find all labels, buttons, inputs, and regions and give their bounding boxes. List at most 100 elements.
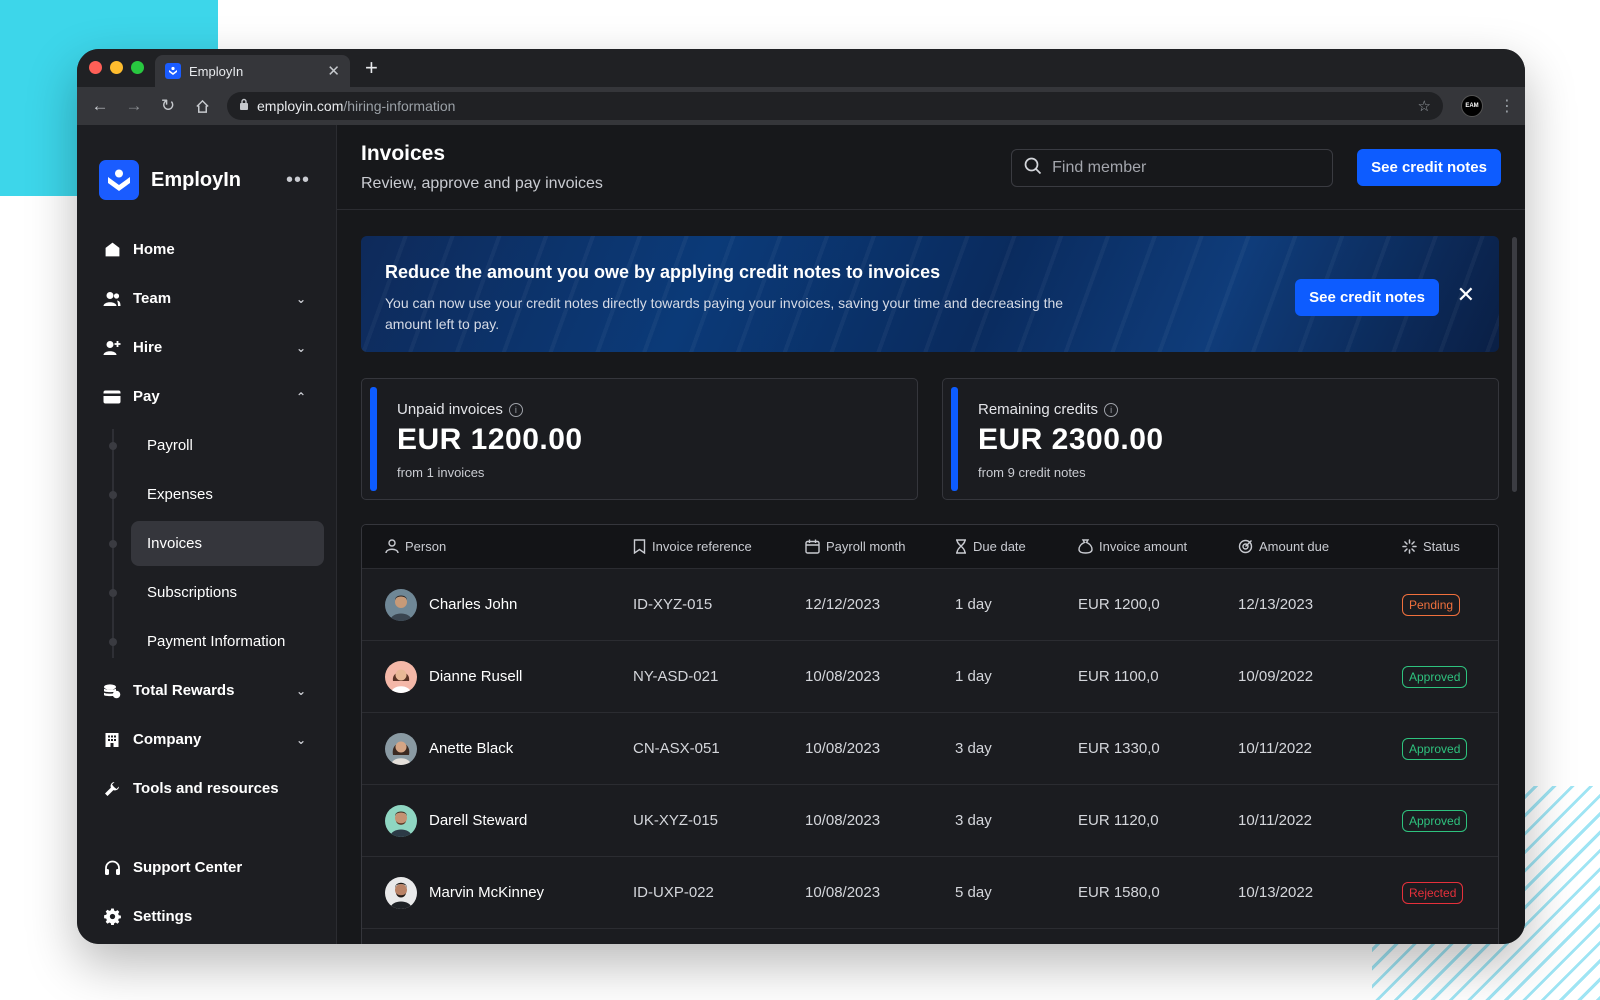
sidebar-item-tools[interactable]: Tools and resources — [77, 764, 336, 813]
table-row[interactable]: Anette Black CN-ASX-051 10/08/2023 3 day… — [362, 713, 1498, 785]
forward-icon[interactable]: → — [121, 93, 147, 119]
column-header-invoice-reference[interactable]: Invoice reference — [633, 539, 805, 554]
wrench-icon — [103, 780, 121, 798]
table-row[interactable]: Marvin McKinney ID-UXP-022 10/08/2023 5 … — [362, 857, 1498, 929]
back-icon[interactable]: ← — [87, 93, 113, 119]
column-label: Person — [405, 539, 447, 554]
sidebar-item-total-rewards[interactable]: Total Rewards ⌄ — [77, 666, 336, 715]
sidebar-subitem-invoices[interactable]: Invoices — [77, 519, 336, 568]
sidebar-item-label: Settings — [133, 908, 193, 925]
close-icon[interactable]: ✕ — [1457, 282, 1475, 308]
chevron-down-icon[interactable]: ⌄ — [296, 292, 306, 306]
subnav-dot — [109, 588, 117, 597]
sidebar-item-team[interactable]: Team ⌄ — [77, 274, 336, 323]
home-browser-icon[interactable] — [189, 93, 215, 119]
column-header-payroll-month[interactable]: Payroll month — [805, 539, 955, 554]
reload-icon[interactable]: ↻ — [155, 93, 181, 119]
url-path: /hiring-information — [343, 98, 456, 114]
money-bag-icon — [1078, 539, 1093, 554]
brand: EmployIn ••• — [77, 125, 336, 211]
brand-name: EmployIn — [151, 168, 242, 191]
card-value: EUR 1200.00 — [397, 423, 583, 456]
info-icon[interactable]: i — [508, 402, 523, 417]
invoice-reference: CN-ASX-051 — [633, 740, 720, 757]
column-header-due-date[interactable]: Due date — [955, 539, 1078, 554]
sidebar-item-pay[interactable]: Pay ⌃ — [77, 372, 336, 421]
sidebar-subitem-subscriptions[interactable]: Subscriptions — [77, 568, 336, 617]
see-credit-notes-button[interactable]: See credit notes — [1357, 149, 1501, 186]
sidebar-item-label: Company — [133, 731, 202, 748]
sidebar-nav-lower: Total Rewards ⌄ Company ⌄ Tools and reso… — [77, 666, 336, 813]
column-label: Payroll month — [826, 539, 906, 554]
sidebar-item-hire[interactable]: Hire ⌄ — [77, 323, 336, 372]
sidebar-subitem-expenses[interactable]: Expenses — [77, 470, 336, 519]
chevron-up-icon[interactable]: ⌃ — [296, 390, 306, 404]
coins-icon — [103, 682, 121, 700]
close-window-button[interactable] — [89, 61, 102, 74]
sidebar-subitem-payment-information[interactable]: Payment Information — [77, 617, 336, 666]
amount-due: 10/13/2022 — [1238, 884, 1314, 901]
scrollbar[interactable] — [1512, 237, 1517, 492]
bookmark-icon — [633, 539, 646, 554]
sidebar-item-label: Total Rewards — [133, 682, 235, 699]
person-cell: Anette Black — [362, 732, 633, 765]
banner-text: You can now use your credit notes direct… — [385, 295, 1064, 332]
status-badge: Pending — [1402, 593, 1461, 616]
table-row[interactable]: Charles John ID-XYZ-015 12/12/2023 1 day… — [362, 569, 1498, 641]
bookmark-star-icon[interactable]: ☆ — [1418, 97, 1431, 115]
sidebar-item-label: Support Center — [133, 859, 243, 876]
close-tab-icon[interactable]: ✕ — [327, 62, 340, 80]
avatar — [385, 876, 417, 909]
address-bar[interactable]: employin.com/hiring-information ☆ — [227, 92, 1443, 120]
chevron-down-icon[interactable]: ⌄ — [296, 684, 306, 698]
banner-see-credit-notes-button[interactable]: See credit notes — [1295, 279, 1439, 316]
person-name: Dianne Rusell — [429, 668, 523, 685]
column-header-invoice-amount[interactable]: Invoice amount — [1078, 539, 1238, 554]
more-icon[interactable]: ••• — [286, 169, 310, 192]
home-icon — [103, 241, 121, 259]
card-value: EUR 2300.00 — [978, 423, 1164, 456]
invoices-table: Person Invoice reference Payroll month D… — [361, 524, 1499, 944]
due-date: 3 day — [955, 812, 992, 829]
person-cell: Dianne Rusell — [362, 660, 633, 693]
sidebar-item-settings[interactable]: Settings — [77, 892, 336, 941]
loader-icon — [1402, 539, 1417, 554]
building-icon — [103, 731, 121, 749]
invoice-reference: NY-ASD-021 — [633, 668, 719, 685]
sidebar-item-company[interactable]: Company ⌄ — [77, 715, 336, 764]
column-label: Due date — [973, 539, 1026, 554]
maximize-window-button[interactable] — [131, 61, 144, 74]
new-tab-icon[interactable]: + — [365, 55, 378, 81]
minimize-window-button[interactable] — [110, 61, 123, 74]
sidebar-item-label: Hire — [133, 339, 163, 356]
status-badge: Rejected — [1402, 881, 1464, 904]
sidebar-subitem-payroll[interactable]: Payroll — [77, 421, 336, 470]
hire-icon — [103, 339, 121, 357]
due-date: 1 day — [955, 596, 992, 613]
due-date: 3 day — [955, 740, 992, 757]
column-label: Amount due — [1259, 539, 1330, 554]
calendar-icon — [805, 539, 820, 554]
sidebar-item-home[interactable]: Home — [77, 225, 336, 274]
headphones-icon — [103, 859, 121, 877]
browser-tab[interactable]: EmployIn ✕ — [155, 55, 350, 87]
invoice-reference: UK-XYZ-015 — [633, 812, 719, 829]
column-header-amount-due[interactable]: Amount due — [1238, 539, 1402, 554]
info-icon[interactable]: i — [1104, 402, 1119, 417]
search-icon — [1024, 157, 1042, 180]
sidebar-subitem-label: Invoices — [147, 535, 203, 552]
table-row[interactable] — [362, 929, 1498, 944]
chevron-down-icon[interactable]: ⌄ — [296, 733, 306, 747]
column-header-person[interactable]: Person — [362, 539, 633, 554]
avatar — [385, 588, 417, 621]
table-row[interactable]: Dianne Rusell NY-ASD-021 10/08/2023 1 da… — [362, 641, 1498, 713]
profile-avatar[interactable]: EAM — [1461, 95, 1483, 117]
table-row[interactable]: Darell Steward UK-XYZ-015 10/08/2023 3 d… — [362, 785, 1498, 857]
column-header-status[interactable]: Status — [1402, 539, 1498, 554]
chevron-down-icon[interactable]: ⌄ — [296, 341, 306, 355]
search-input[interactable] — [1052, 159, 1321, 177]
browser-menu-icon[interactable]: ⋮ — [1499, 96, 1515, 116]
sidebar-item-support[interactable]: Support Center — [77, 843, 336, 892]
invoice-amount: EUR 1580,0 — [1078, 884, 1160, 901]
search-box[interactable] — [1011, 149, 1334, 187]
